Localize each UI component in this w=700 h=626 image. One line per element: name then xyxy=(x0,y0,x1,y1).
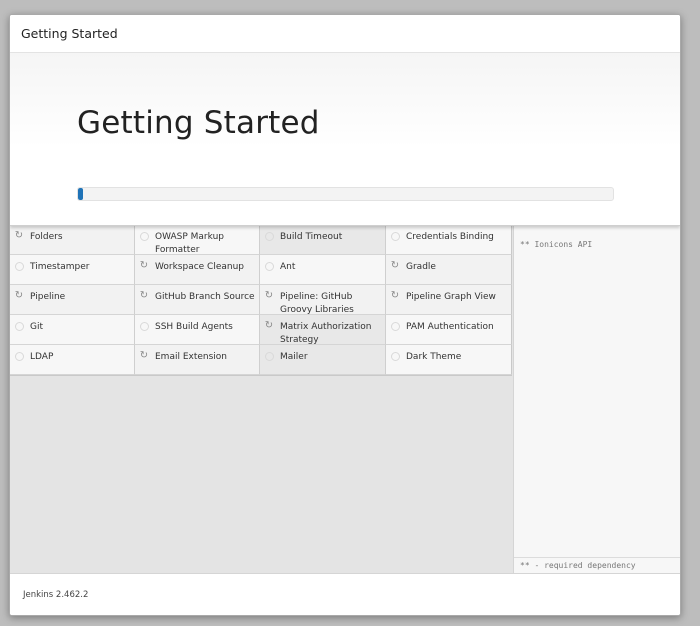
plugin-cell: Dark Theme xyxy=(386,345,512,375)
plugin-cell: ↻ Workspace Cleanup xyxy=(135,255,260,285)
plugin-label: Mailer xyxy=(280,352,308,362)
idle-circle-icon xyxy=(391,322,400,331)
refresh-icon: ↻ xyxy=(14,230,24,241)
refresh-icon: ↻ xyxy=(139,350,149,361)
idle-circle-icon xyxy=(140,232,149,241)
plugin-label: Matrix Authorization Strategy xyxy=(280,322,372,345)
refresh-icon: ↻ xyxy=(139,260,149,271)
page-title: Getting Started xyxy=(77,105,320,141)
plugin-label: GitHub Branch Source xyxy=(155,292,255,302)
idle-circle-icon xyxy=(265,232,274,241)
progress-fill xyxy=(78,188,84,200)
hero-banner: Getting Started xyxy=(10,53,680,226)
idle-circle-icon xyxy=(15,352,24,361)
idle-circle-icon xyxy=(15,262,24,271)
idle-circle-icon xyxy=(15,322,24,331)
dependency-legend: ** - required dependency xyxy=(520,561,636,570)
install-log-text: ** Ionicons API xyxy=(520,240,593,249)
plugin-label: Gradle xyxy=(406,262,436,272)
dialog-title: Getting Started xyxy=(21,26,118,41)
idle-circle-icon xyxy=(391,352,400,361)
plugin-cell: ↻ Pipeline Graph View xyxy=(386,285,512,315)
plugin-label: Pipeline Graph View xyxy=(406,292,496,302)
plugin-label: SSH Build Agents xyxy=(155,322,233,332)
plugin-label: Dark Theme xyxy=(406,352,462,362)
plugin-label: Workspace Cleanup xyxy=(155,262,245,272)
plugin-label: Pipeline: GitHub Groovy Libraries xyxy=(280,292,354,315)
refresh-icon: ↻ xyxy=(14,290,24,301)
plugin-label: Build Timeout xyxy=(280,232,343,242)
plugin-label: Ant xyxy=(280,262,296,272)
idle-circle-icon xyxy=(265,352,274,361)
refresh-icon: ↻ xyxy=(264,290,274,301)
plugin-label: Email Extension xyxy=(155,352,228,362)
idle-circle-icon xyxy=(265,262,274,271)
log-footer: ** - required dependency xyxy=(514,557,680,573)
plugin-cell: Build Timeout xyxy=(260,225,386,255)
plugin-cell: ↻ GitHub Branch Source xyxy=(135,285,260,315)
setup-wizard-dialog: Getting Started Getting Started ↻ Folders… xyxy=(9,14,681,616)
plugin-cell: ↻ Pipeline xyxy=(10,285,135,315)
plugin-cell: ↻ Pipeline: GitHub Groovy Libraries xyxy=(260,285,386,315)
plugin-label: OWASP Markup Formatter xyxy=(155,232,224,255)
plugin-cell: Git xyxy=(10,315,135,345)
refresh-icon: ↻ xyxy=(390,290,400,301)
plugin-cell: Ant xyxy=(260,255,386,285)
plugin-label: PAM Authentication xyxy=(406,322,494,332)
version-label: Jenkins 2.462.2 xyxy=(23,590,89,600)
dialog-footer: Jenkins 2.462.2 xyxy=(10,573,680,615)
refresh-icon: ↻ xyxy=(390,260,400,271)
refresh-icon: ↻ xyxy=(139,290,149,301)
plugin-grid: ↻ Folders OWASP Markup Formatter Build Time… xyxy=(10,225,512,376)
plugin-cell: OWASP Markup Formatter xyxy=(135,225,260,255)
plugin-cell: ↻ Gradle xyxy=(386,255,512,285)
plugin-cell: LDAP xyxy=(10,345,135,375)
plugin-cell: SSH Build Agents xyxy=(135,315,260,345)
refresh-icon: ↻ xyxy=(264,320,274,331)
plugin-label: Git xyxy=(30,322,44,332)
idle-circle-icon xyxy=(391,232,400,241)
plugin-cell: PAM Authentication xyxy=(386,315,512,345)
plugin-label: Timestamper xyxy=(30,262,90,272)
plugin-label: Credentials Binding xyxy=(406,232,494,242)
plugin-label: LDAP xyxy=(30,352,54,362)
plugin-label: Pipeline xyxy=(30,292,66,302)
plugin-cell: ↻ Email Extension xyxy=(135,345,260,375)
plugin-list-area: ↻ Folders OWASP Markup Formatter Build Time… xyxy=(10,225,513,573)
plugin-label: Folders xyxy=(30,232,63,242)
plugin-cell: Timestamper xyxy=(10,255,135,285)
plugin-cell: Credentials Binding xyxy=(386,225,512,255)
dialog-header: Getting Started xyxy=(10,15,680,53)
install-progress-bar xyxy=(77,187,614,201)
install-log-panel[interactable]: ** Ionicons API ** - required dependency xyxy=(513,225,680,573)
plugin-cell: Mailer xyxy=(260,345,386,375)
plugin-cell: ↻ Matrix Authorization Strategy xyxy=(260,315,386,345)
plugin-cell: ↻ Folders xyxy=(10,225,135,255)
idle-circle-icon xyxy=(140,322,149,331)
